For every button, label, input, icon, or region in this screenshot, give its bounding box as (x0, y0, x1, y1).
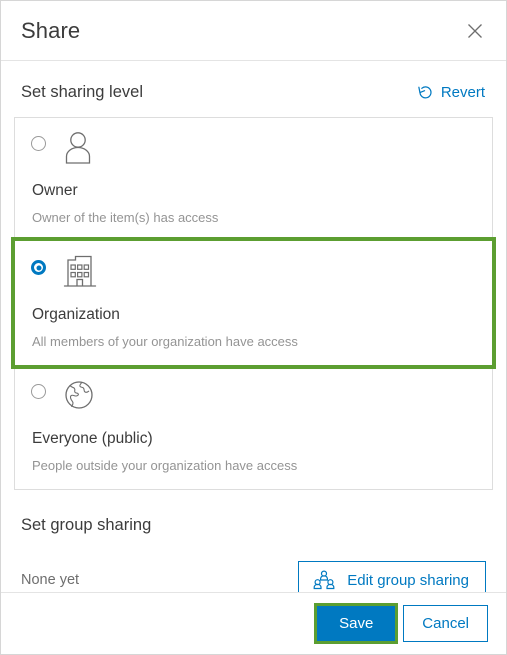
group-sharing-title: Set group sharing (21, 516, 152, 534)
sharing-option-owner[interactable]: Owner Owner of the item(s) has access (15, 118, 492, 241)
radio-organization[interactable] (31, 260, 46, 275)
option-organization-controls (31, 254, 476, 300)
group-sharing-row: None yet Edit group sharing (21, 561, 486, 592)
group-sharing-status: None yet (21, 572, 80, 588)
edit-group-sharing-button[interactable]: Edit group sharing (298, 561, 486, 592)
sharing-level-title: Set sharing level (21, 83, 143, 101)
close-icon[interactable] (460, 16, 490, 46)
sharing-option-everyone[interactable]: Everyone (public) People outside your or… (15, 365, 492, 489)
radio-owner[interactable] (31, 136, 46, 151)
sharing-level-options: Owner Owner of the item(s) has access Or… (11, 117, 496, 490)
dialog-body: Set sharing level Revert Owner Owner of … (1, 61, 506, 592)
option-owner-label: Owner (32, 182, 78, 199)
sharing-option-organization[interactable]: Organization All members of your organiz… (11, 237, 496, 369)
globe-icon (63, 378, 95, 412)
revert-button[interactable]: Revert (413, 82, 489, 103)
person-icon (63, 130, 93, 166)
option-organization-description: All members of your organization have ac… (32, 334, 298, 349)
radio-everyone[interactable] (31, 384, 46, 399)
revert-label: Revert (440, 84, 485, 101)
share-dialog: Share Set sharing level Revert Owner Own… (0, 0, 507, 655)
option-everyone-controls (31, 380, 476, 424)
group-sharing-section: Set group sharing None yet Edit group sh… (14, 490, 493, 592)
sharing-level-header: Set sharing level Revert (14, 61, 493, 117)
option-everyone-description: People outside your organization have ac… (32, 458, 298, 473)
dialog-header: Share (1, 1, 506, 61)
edit-group-sharing-label: Edit group sharing (347, 571, 469, 589)
group-people-icon (313, 570, 335, 590)
building-icon (63, 254, 97, 290)
save-button[interactable]: Save (317, 606, 396, 641)
revert-circular-arrow-icon (417, 84, 434, 101)
option-owner-controls (31, 132, 476, 176)
option-owner-description: Owner of the item(s) has access (32, 210, 219, 225)
option-everyone-label: Everyone (public) (32, 430, 153, 447)
save-button-highlight: Save (314, 603, 399, 644)
option-organization-label: Organization (32, 306, 120, 323)
dialog-footer: Save Cancel (1, 592, 506, 654)
page-title: Share (21, 17, 81, 43)
cancel-button[interactable]: Cancel (403, 605, 488, 642)
